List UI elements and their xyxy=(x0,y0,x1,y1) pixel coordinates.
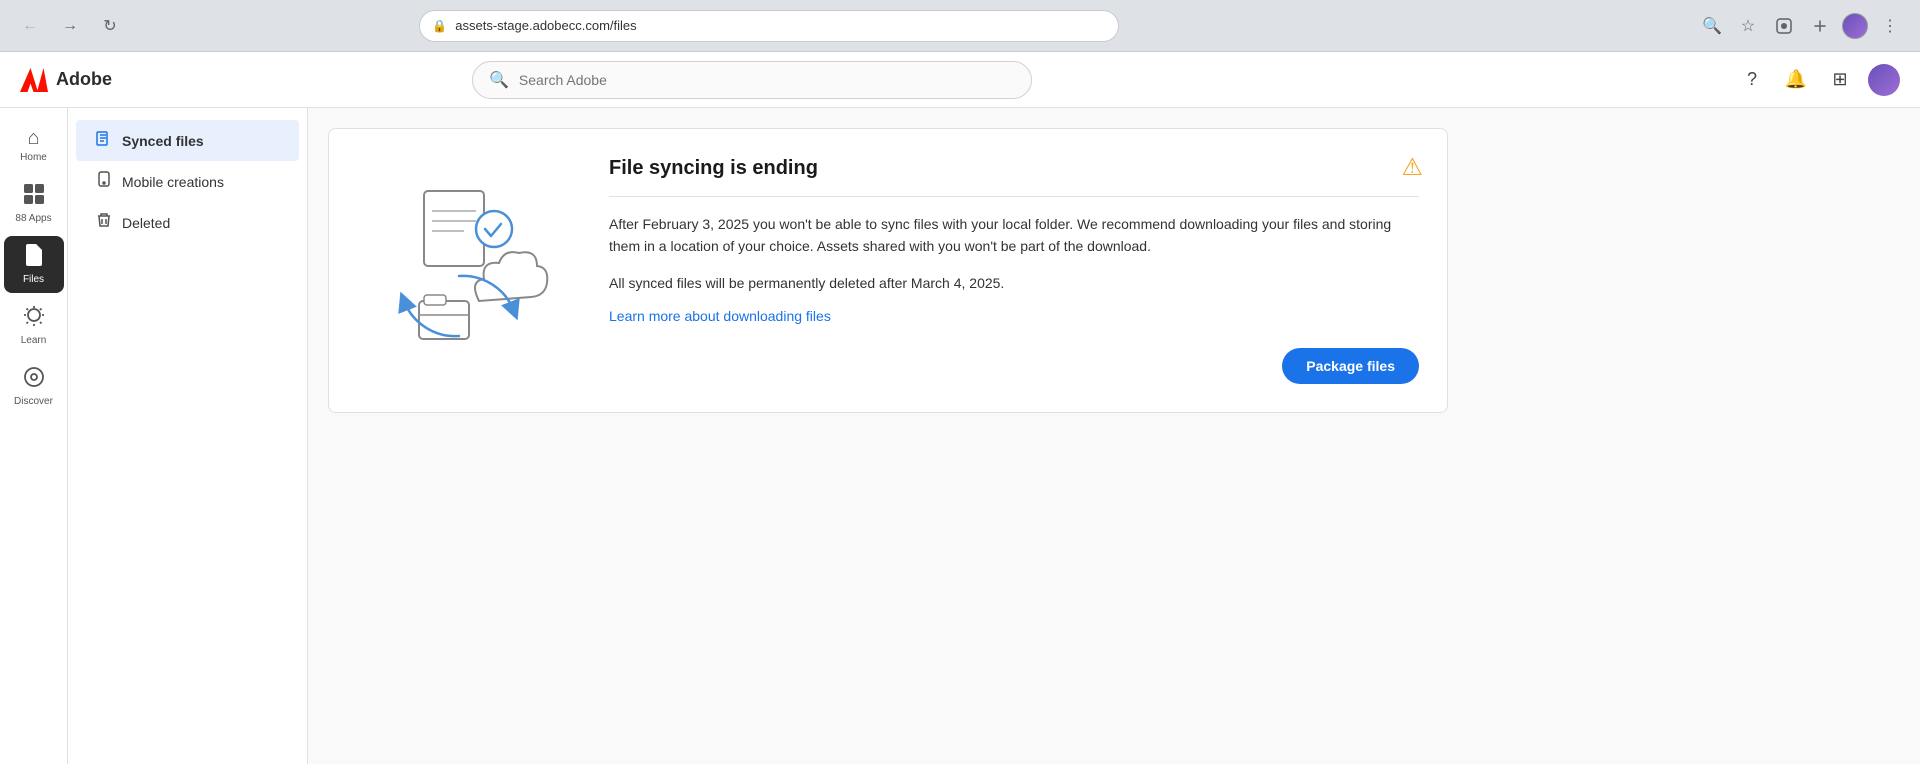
warning-icon: ⚠ xyxy=(1401,153,1423,182)
sidebar-item-discover[interactable]: Discover xyxy=(4,358,64,415)
apps-icon xyxy=(23,183,45,209)
extension-icon1[interactable] xyxy=(1770,12,1798,40)
help-button[interactable]: ? xyxy=(1736,64,1768,96)
home-icon: ⌂ xyxy=(27,128,39,148)
app-container: Adobe 🔍 ? 🔔 ⊞ ⌂ Home 8 xyxy=(0,52,1920,764)
forward-button[interactable]: → xyxy=(56,12,84,40)
adobe-logo-text: Adobe xyxy=(56,69,112,90)
browser-profile-avatar[interactable] xyxy=(1842,13,1868,39)
user-avatar[interactable] xyxy=(1868,64,1900,96)
search-container: 🔍 xyxy=(472,61,1032,99)
main-content: ⚠ File syncing is ending After February … xyxy=(308,108,1920,764)
url-text: assets-stage.adobecc.com/files xyxy=(455,18,636,33)
browser-chrome: ← → ↻ 🔒 assets-stage.adobecc.com/files 🔍… xyxy=(0,0,1920,52)
synced-files-label: Synced files xyxy=(122,133,204,149)
notice-card: ⚠ File syncing is ending After February … xyxy=(328,128,1448,413)
nav-deleted[interactable]: Deleted xyxy=(76,202,299,243)
apps-grid-button[interactable]: ⊞ xyxy=(1824,64,1856,96)
bookmark-button[interactable]: ☆ xyxy=(1734,12,1762,40)
notice-divider xyxy=(609,196,1419,197)
mobile-creations-label: Mobile creations xyxy=(122,174,224,190)
notice-body: ⚠ File syncing is ending After February … xyxy=(589,129,1447,412)
sidebar-item-home[interactable]: ⌂ Home xyxy=(4,120,64,171)
address-bar[interactable]: 🔒 assets-stage.adobecc.com/files xyxy=(419,10,1119,42)
search-input[interactable] xyxy=(519,72,1015,88)
mobile-creations-icon xyxy=(96,171,112,192)
notice-body-text2: All synced files will be permanently del… xyxy=(609,272,1419,294)
discover-icon xyxy=(23,366,45,392)
nav-synced-files[interactable]: Synced files xyxy=(76,120,299,161)
notice-illustration xyxy=(329,129,589,412)
package-files-button[interactable]: Package files xyxy=(1282,348,1419,384)
zoom-button[interactable]: 🔍 xyxy=(1698,12,1726,40)
browser-right-controls: 🔍 ☆ ⋮ xyxy=(1698,12,1904,40)
notice-footer: Package files xyxy=(609,348,1419,384)
search-bar[interactable]: 🔍 xyxy=(472,61,1032,99)
notice-body-text1: After February 3, 2025 you won't be able… xyxy=(609,213,1419,258)
search-icon: 🔍 xyxy=(489,70,509,90)
learn-more-link[interactable]: Learn more about downloading files xyxy=(609,308,831,324)
icon-rail: ⌂ Home 88 Apps Files Learn xyxy=(0,108,68,764)
sidebar-item-learn[interactable]: Learn xyxy=(4,297,64,354)
back-button[interactable]: ← xyxy=(16,12,44,40)
reload-button[interactable]: ↻ xyxy=(96,12,124,40)
top-nav: Adobe 🔍 ? 🔔 ⊞ xyxy=(0,52,1920,108)
deleted-label: Deleted xyxy=(122,215,170,231)
notice-title: File syncing is ending xyxy=(609,157,1419,180)
synced-files-icon xyxy=(96,130,112,151)
browser-menu-button[interactable]: ⋮ xyxy=(1876,12,1904,40)
notifications-button[interactable]: 🔔 xyxy=(1780,64,1812,96)
nav-mobile-creations[interactable]: Mobile creations xyxy=(76,161,299,202)
adobe-logo[interactable]: Adobe xyxy=(20,68,112,92)
extension-icon2[interactable] xyxy=(1806,12,1834,40)
lock-icon: 🔒 xyxy=(432,19,447,33)
learn-icon xyxy=(23,305,45,331)
sidebar-item-files[interactable]: Files xyxy=(4,236,64,293)
content-area: ⌂ Home 88 Apps Files Learn xyxy=(0,108,1920,764)
deleted-icon xyxy=(96,212,112,233)
top-nav-right: ? 🔔 ⊞ xyxy=(1736,64,1900,96)
second-sidebar: Synced files Mobile creations Deleted xyxy=(68,108,308,764)
sidebar-item-apps[interactable]: 88 Apps xyxy=(4,175,64,232)
files-icon xyxy=(24,244,44,270)
